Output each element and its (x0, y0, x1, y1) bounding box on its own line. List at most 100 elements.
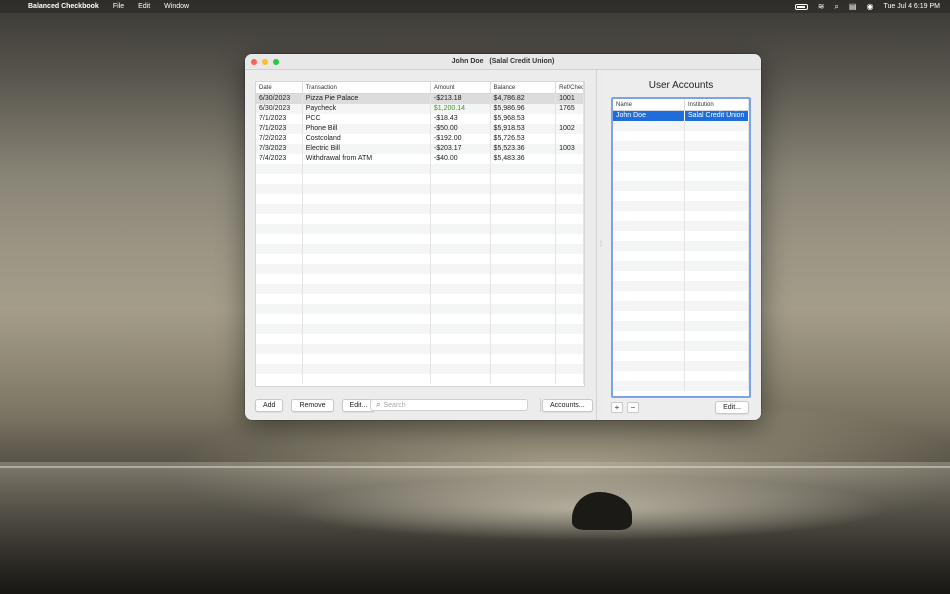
empty-account-row[interactable] (613, 281, 749, 291)
column-header-ref[interactable]: Ref/Chec (556, 82, 584, 93)
empty-table-row[interactable] (256, 254, 584, 264)
empty-account-row[interactable] (613, 291, 749, 301)
column-header-transaction[interactable]: Transaction (303, 82, 431, 93)
add-transaction-button[interactable]: Add (255, 398, 284, 412)
empty-table-row[interactable] (256, 184, 584, 194)
table-row[interactable]: 7/2/2023 Costcoland -$192.00 $5,726.53 (256, 134, 584, 144)
column-header-name[interactable]: Name (613, 99, 685, 110)
spotlight-search-icon[interactable]: ⌕ (834, 2, 838, 12)
cell-name (613, 121, 685, 131)
empty-account-row[interactable] (613, 331, 749, 341)
menu-edit[interactable]: Edit (138, 3, 150, 10)
menubar-clock[interactable]: Tue Jul 4 6:19 PM (883, 3, 940, 10)
empty-account-row[interactable] (613, 121, 749, 131)
empty-account-row[interactable] (613, 131, 749, 141)
cell-transaction (303, 214, 431, 224)
cell-date (256, 374, 303, 384)
split-view-divider[interactable] (596, 70, 597, 420)
add-account-button[interactable]: + (611, 401, 623, 413)
empty-table-row[interactable] (256, 214, 584, 224)
empty-table-row[interactable] (256, 344, 584, 354)
column-header-balance[interactable]: Balance (491, 82, 557, 93)
remove-account-button[interactable]: − (627, 401, 639, 413)
control-center-icon[interactable]: ▤ (849, 2, 857, 11)
table-row[interactable]: 7/4/2023 Withdrawal from ATM -$40.00 $5,483… (256, 154, 584, 164)
empty-account-row[interactable] (613, 181, 749, 191)
cell-institution (685, 351, 749, 361)
empty-table-row[interactable] (256, 284, 584, 294)
empty-table-row[interactable] (256, 354, 584, 364)
table-row[interactable]: 7/3/2023 Electric Bill -$203.17 $5,523.36 10… (256, 144, 584, 154)
empty-account-row[interactable] (613, 141, 749, 151)
empty-table-row[interactable] (256, 244, 584, 254)
table-row[interactable]: 6/30/2023 Pizza Pie Palace -$213.18 $4,786.… (256, 94, 584, 104)
empty-account-row[interactable] (613, 351, 749, 361)
cell-ref (556, 194, 584, 204)
empty-account-row[interactable] (613, 231, 749, 241)
accounts-button[interactable]: Accounts... (542, 398, 593, 412)
cell-ref (556, 154, 584, 164)
search-icon: ⌕ (376, 400, 381, 409)
menu-file[interactable]: File (113, 3, 124, 10)
empty-table-row[interactable] (256, 194, 584, 204)
empty-account-row[interactable] (613, 311, 749, 321)
battery-icon[interactable] (794, 3, 808, 10)
cell-ref (556, 254, 584, 264)
remove-transaction-button[interactable]: Remove (291, 398, 334, 412)
empty-account-row[interactable] (613, 221, 749, 231)
empty-table-row[interactable] (256, 234, 584, 244)
user-accounts-table[interactable]: Name Institution John Doe Salal Credit Un… (611, 97, 751, 398)
table-row[interactable]: 7/1/2023 PCC -$18.43 $5,968.53 (256, 114, 584, 124)
cell-amount (431, 324, 491, 334)
app-menu[interactable]: Balanced Checkbook (28, 3, 99, 10)
menu-window[interactable]: Window (164, 3, 189, 10)
empty-account-row[interactable] (613, 371, 749, 381)
empty-table-row[interactable] (256, 324, 584, 334)
empty-table-row[interactable] (256, 334, 584, 344)
column-header-date[interactable]: Date (256, 82, 303, 93)
empty-table-row[interactable] (256, 204, 584, 214)
empty-table-row[interactable] (256, 164, 584, 174)
column-header-amount[interactable]: Amount (431, 82, 491, 93)
empty-account-row[interactable] (613, 161, 749, 171)
column-header-institution[interactable]: Institution (685, 99, 749, 110)
empty-account-row[interactable] (613, 261, 749, 271)
empty-table-row[interactable] (256, 224, 584, 234)
search-field[interactable]: ⌕ Search (370, 399, 528, 411)
cell-balance (491, 244, 557, 254)
empty-table-row[interactable] (256, 374, 584, 384)
empty-account-row[interactable] (613, 201, 749, 211)
empty-account-row[interactable] (613, 251, 749, 261)
empty-table-row[interactable] (256, 314, 584, 324)
cell-balance (491, 224, 557, 234)
empty-table-row[interactable] (256, 294, 584, 304)
transactions-table[interactable]: Date Transaction Amount Balance Ref/Chec… (255, 81, 585, 387)
cell-date: 7/2/2023 (256, 134, 303, 144)
empty-account-row[interactable] (613, 171, 749, 181)
empty-account-row[interactable] (613, 191, 749, 201)
empty-account-row[interactable] (613, 381, 749, 391)
empty-account-row[interactable] (613, 301, 749, 311)
edit-account-button[interactable]: Edit... (715, 400, 749, 414)
table-row[interactable]: 6/30/2023 Paycheck $1,200.14 $5,986.96 1765 (256, 104, 584, 114)
empty-table-row[interactable] (256, 274, 584, 284)
wifi-icon[interactable]: ≋ (818, 2, 825, 11)
empty-account-row[interactable] (613, 151, 749, 161)
empty-table-row[interactable] (256, 304, 584, 314)
empty-table-row[interactable] (256, 174, 584, 184)
title-bar[interactable]: John Doe (Salal Credit Union) (245, 54, 761, 70)
empty-account-row[interactable] (613, 211, 749, 221)
empty-account-row[interactable] (613, 271, 749, 281)
cell-amount (431, 264, 491, 274)
siri-icon[interactable]: ◉ (866, 2, 873, 11)
empty-account-row[interactable] (613, 361, 749, 371)
cell-balance: $5,918.53 (491, 124, 557, 134)
empty-account-row[interactable] (613, 241, 749, 251)
account-row[interactable]: John Doe Salal Credit Union (613, 111, 749, 121)
empty-table-row[interactable] (256, 364, 584, 374)
table-row[interactable]: 7/1/2023 Phone Bill -$50.00 $5,918.53 1002 (256, 124, 584, 134)
empty-table-row[interactable] (256, 264, 584, 274)
empty-account-row[interactable] (613, 321, 749, 331)
transactions-pane: Date Transaction Amount Balance Ref/Chec… (255, 81, 585, 387)
empty-account-row[interactable] (613, 341, 749, 351)
